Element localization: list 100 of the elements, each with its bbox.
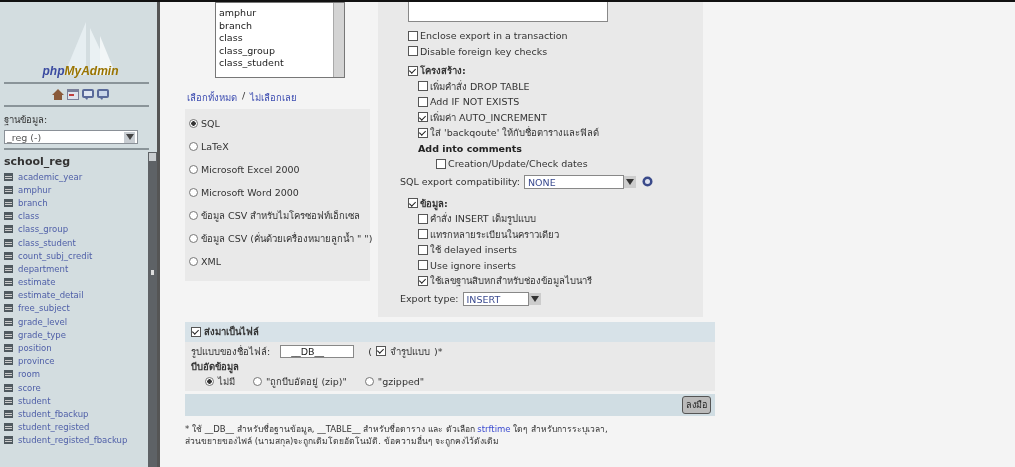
logo-text[interactable]: phpMyAdmin xyxy=(42,64,119,78)
table-link[interactable]: free_subject xyxy=(18,303,70,314)
table-icon xyxy=(4,409,13,418)
speech-bubble-icon[interactable] xyxy=(82,89,94,100)
table-link[interactable]: count_subj_credit xyxy=(18,250,93,261)
checkbox[interactable] xyxy=(375,346,386,356)
checkbox-label: ใช้ delayed inserts xyxy=(430,243,517,258)
table-link[interactable]: department xyxy=(18,263,69,274)
table-link[interactable]: estimate xyxy=(18,277,56,288)
radio-button[interactable] xyxy=(189,188,198,197)
table-link[interactable]: province xyxy=(18,356,55,367)
checkbox[interactable] xyxy=(408,198,418,209)
scrollbar[interactable] xyxy=(333,3,344,77)
table-icon xyxy=(4,198,13,207)
go-button[interactable]: ลงมือ xyxy=(682,395,711,414)
table-icon xyxy=(4,291,13,300)
checkbox[interactable] xyxy=(418,229,428,240)
radio-label: SQL xyxy=(201,118,220,129)
table-icon xyxy=(4,264,13,273)
table-icon xyxy=(4,436,13,445)
dropdown-arrow-icon xyxy=(124,131,135,143)
checkbox[interactable] xyxy=(408,46,418,57)
list-item[interactable]: amphur xyxy=(219,7,333,20)
footnote-text: * ใช้ __DB__ สำหรับชื่อฐานข้อมูล, __TABLE__ สำหรับชื่อตาราง และ ตัวเลือก strftime ใดๆ สำหรับการระบุเวลา, ส่วนขยายของไฟล์ (นามสกุล)จะถูกเติมโดยอัตโนมัติ. ข้อความอื่นๆ จะถูกคงไว้ดังเดิม xyxy=(185,422,609,447)
radio-label: Microsoft Excel 2000 xyxy=(201,164,300,175)
table-link[interactable]: score xyxy=(18,382,41,393)
scrollbar[interactable] xyxy=(148,152,157,467)
radio-label: "ถูกบีบอัดอยู่ (zip)" xyxy=(266,374,347,389)
radio-label: ข้อมูล CSV (คั่นด้วยเครื่องหมายลูกน้ำ " ") xyxy=(201,231,373,246)
radio-label: ข้อมูล CSV สำหรับไมโครซอฟท์เอ็กเซล xyxy=(201,209,361,223)
checkbox[interactable] xyxy=(418,127,428,138)
list-item[interactable]: class_student xyxy=(219,57,333,70)
checkbox-label: ใช้เลขฐานสิบหกสำหรับช่องข้อมูลไบนารี xyxy=(430,274,592,289)
radio-label: Microsoft Word 2000 xyxy=(201,187,299,198)
checkbox[interactable] xyxy=(408,65,418,76)
table-link[interactable]: grade_level xyxy=(18,316,68,327)
table-icon xyxy=(4,370,13,379)
radio-button[interactable] xyxy=(253,376,262,386)
table-link[interactable]: student_registed_fbackup xyxy=(18,435,128,446)
table-link[interactable]: estimate_detail xyxy=(18,290,84,301)
select-label: Export type: xyxy=(400,293,459,304)
radio-button[interactable] xyxy=(189,211,198,220)
separator-text: / xyxy=(242,90,246,103)
list-item[interactable]: branch xyxy=(219,19,333,32)
select-none-link[interactable]: ไม่เลือกเลย xyxy=(250,90,298,105)
radio-button[interactable] xyxy=(189,142,198,151)
checkbox-label: คำสั่ง INSERT เต็มรูปแบบ xyxy=(430,211,536,227)
home-icon[interactable] xyxy=(52,89,64,100)
checkbox[interactable] xyxy=(436,158,446,169)
table-link[interactable]: student xyxy=(18,395,51,406)
table-link[interactable]: grade_type xyxy=(18,329,66,340)
input-field[interactable] xyxy=(408,2,608,22)
list-item[interactable]: class_group xyxy=(219,44,333,57)
paren-text: ( xyxy=(368,345,372,357)
checkbox[interactable] xyxy=(418,81,428,92)
compatibility-select[interactable]: NONE xyxy=(523,174,624,189)
checkbox[interactable] xyxy=(191,326,201,337)
checkbox[interactable] xyxy=(418,96,428,107)
checkbox-label: Creation/Update/Check dates xyxy=(448,158,588,170)
checkbox[interactable] xyxy=(418,244,428,255)
table-link[interactable]: branch xyxy=(18,197,48,208)
table-link[interactable]: class_student xyxy=(18,237,76,248)
select-all-link[interactable]: เลือกทั้งหมด xyxy=(187,90,237,105)
strftime-link[interactable]: strftime xyxy=(477,423,511,434)
window-icon[interactable] xyxy=(67,89,79,100)
table-icon xyxy=(4,317,13,326)
table-icon xyxy=(4,185,13,194)
radio-label: "gzipped" xyxy=(377,375,425,387)
checkbox-label: Enclose export in a transaction xyxy=(420,30,568,42)
checkbox[interactable] xyxy=(418,260,428,271)
table-link[interactable]: student_registed xyxy=(18,422,90,433)
speech-bubble-icon[interactable] xyxy=(97,89,109,100)
checkbox[interactable] xyxy=(418,112,428,123)
table-link[interactable]: academic_year xyxy=(18,171,83,182)
table-listbox[interactable]: amphur branch class class_group class_student xyxy=(215,2,345,78)
database-name[interactable]: school_reg xyxy=(4,155,148,168)
export-type-select[interactable]: INSERT xyxy=(462,291,529,306)
radio-button[interactable] xyxy=(364,376,374,386)
checkbox[interactable] xyxy=(418,213,428,224)
help-icon[interactable] xyxy=(641,176,653,187)
table-icon xyxy=(4,344,13,353)
radio-button[interactable] xyxy=(189,119,198,128)
checkbox[interactable] xyxy=(418,275,428,286)
table-link[interactable]: amphur xyxy=(18,184,52,195)
select-label: SQL export compatibility: xyxy=(400,176,520,187)
table-icon xyxy=(4,172,13,181)
table-link[interactable]: student_fbackup xyxy=(18,408,89,419)
table-link[interactable]: position xyxy=(18,343,52,354)
checkbox-label: จำรูปแบบ xyxy=(389,344,430,359)
radio-button[interactable] xyxy=(189,165,198,174)
checkbox[interactable] xyxy=(408,30,418,41)
database-select[interactable]: _reg (-) xyxy=(4,130,138,144)
table-link[interactable]: class xyxy=(18,211,40,222)
radio-button[interactable] xyxy=(189,234,198,243)
radio-button[interactable] xyxy=(189,257,198,266)
table-link[interactable]: class_group xyxy=(18,224,69,235)
radio-button[interactable] xyxy=(205,376,214,386)
table-link[interactable]: room xyxy=(18,369,40,380)
filename-field[interactable]: __DB__ xyxy=(280,344,355,358)
list-item[interactable]: class xyxy=(219,32,333,45)
